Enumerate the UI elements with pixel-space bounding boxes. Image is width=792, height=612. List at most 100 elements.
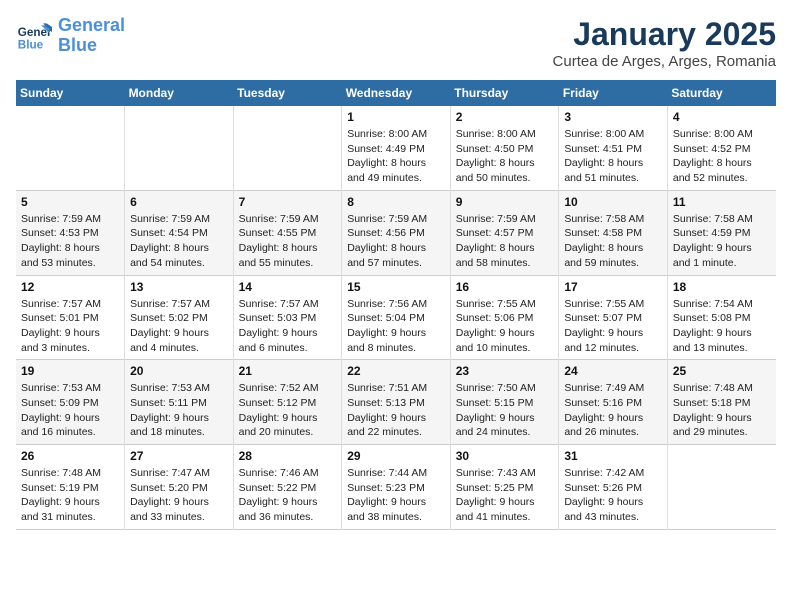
day-cell: 8 Sunrise: 7:59 AM Sunset: 4:56 PM Daylig… <box>342 190 451 275</box>
day-cell: 1Sunrise: 8:00 AM Sunset: 4:49 PM Daylig… <box>342 106 451 190</box>
day-info: Sunrise: 7:53 AM Sunset: 5:11 PM Dayligh… <box>130 381 228 440</box>
day-info: Sunrise: 7:55 AM Sunset: 5:06 PM Dayligh… <box>456 297 554 356</box>
day-info: Sunrise: 7:59 AM Sunset: 4:53 PM Dayligh… <box>21 212 119 271</box>
day-cell: 23 Sunrise: 7:50 AM Sunset: 5:15 PM Dayli… <box>450 360 559 445</box>
day-number: 4 <box>673 110 771 124</box>
day-info: Sunrise: 7:57 AM Sunset: 5:01 PM Dayligh… <box>21 297 119 356</box>
logo-blue: Blue <box>58 35 97 55</box>
header-saturday: Saturday <box>667 80 776 106</box>
day-number: 24 <box>564 364 662 378</box>
day-cell: 22 Sunrise: 7:51 AM Sunset: 5:13 PM Dayli… <box>342 360 451 445</box>
day-info: Sunrise: 7:59 AM Sunset: 4:55 PM Dayligh… <box>239 212 337 271</box>
day-info: Sunrise: 7:48 AM Sunset: 5:18 PM Dayligh… <box>673 381 771 440</box>
logo: General Blue General Blue <box>16 16 125 56</box>
day-number: 2 <box>456 110 554 124</box>
day-cell: 13 Sunrise: 7:57 AM Sunset: 5:02 PM Dayli… <box>125 275 234 360</box>
day-cell: 11Sunrise: 7:58 AM Sunset: 4:59 PM Dayli… <box>667 190 776 275</box>
day-info: Sunrise: 7:50 AM Sunset: 5:15 PM Dayligh… <box>456 381 554 440</box>
day-number: 15 <box>347 280 445 294</box>
day-number: 25 <box>673 364 771 378</box>
logo-text: General Blue <box>58 16 125 56</box>
title-block: January 2025 Curtea de Arges, Arges, Rom… <box>553 16 776 70</box>
day-cell: 29 Sunrise: 7:44 AM Sunset: 5:23 PM Dayli… <box>342 445 451 530</box>
day-info: Sunrise: 7:57 AM Sunset: 5:03 PM Dayligh… <box>239 297 337 356</box>
day-cell <box>16 106 125 190</box>
day-info: Sunrise: 8:00 AM Sunset: 4:49 PM Dayligh… <box>347 127 445 186</box>
day-number: 20 <box>130 364 228 378</box>
day-info: Sunrise: 7:47 AM Sunset: 5:20 PM Dayligh… <box>130 466 228 525</box>
header-thursday: Thursday <box>450 80 559 106</box>
day-info: Sunrise: 7:44 AM Sunset: 5:23 PM Dayligh… <box>347 466 445 525</box>
header-sunday: Sunday <box>16 80 125 106</box>
header-tuesday: Tuesday <box>233 80 342 106</box>
day-cell: 4 Sunrise: 8:00 AM Sunset: 4:52 PM Daylig… <box>667 106 776 190</box>
svg-text:Blue: Blue <box>18 38 44 51</box>
week-row-2: 5 Sunrise: 7:59 AM Sunset: 4:53 PM Daylig… <box>16 190 776 275</box>
day-number: 31 <box>564 449 662 463</box>
day-info: Sunrise: 7:52 AM Sunset: 5:12 PM Dayligh… <box>239 381 337 440</box>
day-info: Sunrise: 8:00 AM Sunset: 4:52 PM Dayligh… <box>673 127 771 186</box>
week-row-4: 19Sunrise: 7:53 AM Sunset: 5:09 PM Dayli… <box>16 360 776 445</box>
day-info: Sunrise: 7:59 AM Sunset: 4:54 PM Dayligh… <box>130 212 228 271</box>
day-number: 3 <box>564 110 662 124</box>
day-number: 10 <box>564 195 662 209</box>
day-info: Sunrise: 7:59 AM Sunset: 4:56 PM Dayligh… <box>347 212 445 271</box>
day-info: Sunrise: 7:56 AM Sunset: 5:04 PM Dayligh… <box>347 297 445 356</box>
day-info: Sunrise: 7:58 AM Sunset: 4:58 PM Dayligh… <box>564 212 662 271</box>
day-cell: 26Sunrise: 7:48 AM Sunset: 5:19 PM Dayli… <box>16 445 125 530</box>
header-wednesday: Wednesday <box>342 80 451 106</box>
day-info: Sunrise: 7:53 AM Sunset: 5:09 PM Dayligh… <box>21 381 119 440</box>
calendar-title: January 2025 <box>553 16 776 53</box>
day-cell: 10 Sunrise: 7:58 AM Sunset: 4:58 PM Dayli… <box>559 190 668 275</box>
day-number: 29 <box>347 449 445 463</box>
day-info: Sunrise: 7:42 AM Sunset: 5:26 PM Dayligh… <box>564 466 662 525</box>
day-number: 8 <box>347 195 445 209</box>
calendar-table: SundayMondayTuesdayWednesdayThursdayFrid… <box>16 80 776 530</box>
day-info: Sunrise: 7:51 AM Sunset: 5:13 PM Dayligh… <box>347 381 445 440</box>
day-info: Sunrise: 7:57 AM Sunset: 5:02 PM Dayligh… <box>130 297 228 356</box>
day-number: 23 <box>456 364 554 378</box>
day-number: 26 <box>21 449 119 463</box>
day-cell <box>667 445 776 530</box>
day-number: 9 <box>456 195 554 209</box>
day-cell: 18Sunrise: 7:54 AM Sunset: 5:08 PM Dayli… <box>667 275 776 360</box>
day-info: Sunrise: 7:49 AM Sunset: 5:16 PM Dayligh… <box>564 381 662 440</box>
day-cell: 16 Sunrise: 7:55 AM Sunset: 5:06 PM Dayli… <box>450 275 559 360</box>
day-cell: 20 Sunrise: 7:53 AM Sunset: 5:11 PM Dayli… <box>125 360 234 445</box>
day-cell: 27 Sunrise: 7:47 AM Sunset: 5:20 PM Dayli… <box>125 445 234 530</box>
day-number: 12 <box>21 280 119 294</box>
day-number: 22 <box>347 364 445 378</box>
week-row-5: 26Sunrise: 7:48 AM Sunset: 5:19 PM Dayli… <box>16 445 776 530</box>
day-number: 27 <box>130 449 228 463</box>
day-cell: 7Sunrise: 7:59 AM Sunset: 4:55 PM Daylig… <box>233 190 342 275</box>
day-cell: 25 Sunrise: 7:48 AM Sunset: 5:18 PM Dayli… <box>667 360 776 445</box>
day-number: 5 <box>21 195 119 209</box>
day-number: 13 <box>130 280 228 294</box>
day-cell: 15 Sunrise: 7:56 AM Sunset: 5:04 PM Dayli… <box>342 275 451 360</box>
week-row-3: 12 Sunrise: 7:57 AM Sunset: 5:01 PM Dayli… <box>16 275 776 360</box>
day-cell: 2Sunrise: 8:00 AM Sunset: 4:50 PM Daylig… <box>450 106 559 190</box>
day-number: 14 <box>239 280 337 294</box>
day-cell: 9 Sunrise: 7:59 AM Sunset: 4:57 PM Daylig… <box>450 190 559 275</box>
header-friday: Friday <box>559 80 668 106</box>
day-cell: 6 Sunrise: 7:59 AM Sunset: 4:54 PM Daylig… <box>125 190 234 275</box>
day-cell: 31 Sunrise: 7:42 AM Sunset: 5:26 PM Dayli… <box>559 445 668 530</box>
day-info: Sunrise: 7:59 AM Sunset: 4:57 PM Dayligh… <box>456 212 554 271</box>
day-cell: 21 Sunrise: 7:52 AM Sunset: 5:12 PM Dayli… <box>233 360 342 445</box>
day-number: 6 <box>130 195 228 209</box>
day-number: 18 <box>673 280 771 294</box>
day-cell: 3 Sunrise: 8:00 AM Sunset: 4:51 PM Daylig… <box>559 106 668 190</box>
day-cell: 12 Sunrise: 7:57 AM Sunset: 5:01 PM Dayli… <box>16 275 125 360</box>
day-cell: 14 Sunrise: 7:57 AM Sunset: 5:03 PM Dayli… <box>233 275 342 360</box>
day-number: 16 <box>456 280 554 294</box>
day-cell: 17Sunrise: 7:55 AM Sunset: 5:07 PM Dayli… <box>559 275 668 360</box>
day-info: Sunrise: 7:55 AM Sunset: 5:07 PM Dayligh… <box>564 297 662 356</box>
day-info: Sunrise: 7:58 AM Sunset: 4:59 PM Dayligh… <box>673 212 771 271</box>
day-number: 30 <box>456 449 554 463</box>
page-header: General Blue General Blue January 2025 C… <box>16 16 776 70</box>
day-info: Sunrise: 7:43 AM Sunset: 5:25 PM Dayligh… <box>456 466 554 525</box>
day-cell: 5 Sunrise: 7:59 AM Sunset: 4:53 PM Daylig… <box>16 190 125 275</box>
logo-icon: General Blue <box>16 18 52 54</box>
day-info: Sunrise: 8:00 AM Sunset: 4:51 PM Dayligh… <box>564 127 662 186</box>
day-number: 21 <box>239 364 337 378</box>
